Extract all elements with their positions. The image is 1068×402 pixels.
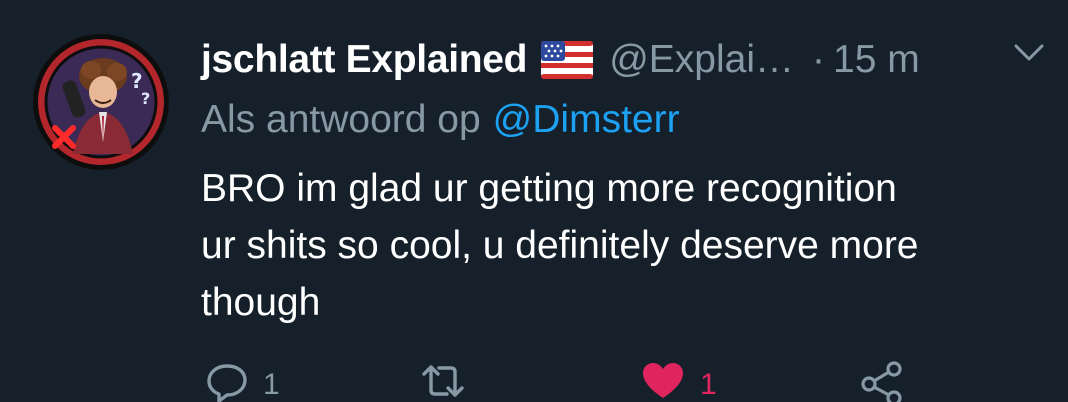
retweet-button[interactable] [420, 360, 466, 402]
avatar-image: ? ? [33, 34, 169, 170]
us-flag-icon [541, 41, 594, 79]
like-button[interactable]: 1 [640, 360, 717, 402]
heart-icon [643, 363, 683, 398]
share-icon [861, 361, 902, 402]
display-name[interactable]: jschlatt Explained [201, 38, 528, 82]
like-count: 1 [700, 368, 717, 401]
reply-count: 1 [263, 368, 280, 401]
chevron-down-icon[interactable] [1012, 40, 1046, 66]
action-bar: 1 1 [0, 360, 1068, 402]
tweet-header: jschlatt Explained @Explai… · 15 m [201, 32, 920, 88]
separator-dot: · [812, 38, 826, 81]
reply-context: Als antwoord op @Dimsterr [201, 94, 680, 146]
tweet-text-line: ur shits so cool, u definitely deserve m… [201, 224, 919, 267]
reply-button[interactable]: 1 [205, 360, 280, 402]
retweet-icon [422, 365, 464, 397]
tweet-text-line: though [201, 281, 321, 324]
avatar[interactable]: ? ? [33, 34, 169, 170]
handle[interactable]: @Explai… [609, 38, 794, 82]
reply-target-link[interactable]: @Dimsterr [493, 98, 680, 142]
tweet-text: BRO im glad ur getting more recognition … [201, 160, 1051, 331]
share-button[interactable] [860, 360, 904, 402]
tweet-text-line: BRO im glad ur getting more recognition [201, 167, 897, 210]
tweet[interactable]: ? ? jschlatt Explained @Explai… · 15 m A… [0, 0, 1068, 402]
svg-text:?: ? [141, 89, 150, 108]
timestamp[interactable]: 15 m [833, 38, 920, 82]
reply-prefix: Als antwoord op [201, 98, 481, 141]
reply-icon [207, 364, 247, 402]
